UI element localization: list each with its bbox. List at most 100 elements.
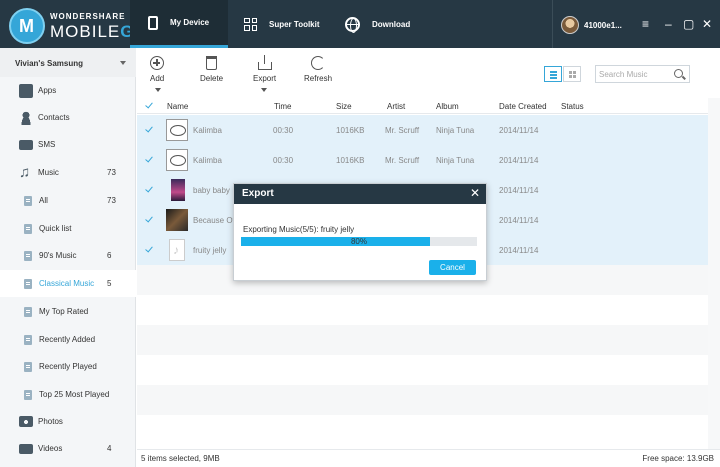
col-artist[interactable]: Artist [387, 102, 405, 111]
sidebar-item-photos[interactable]: Photos [0, 408, 136, 435]
empty-row [137, 295, 708, 325]
sidebar-item-classical-music[interactable]: Classical Music 5 [0, 270, 136, 297]
tab-my-device[interactable]: My Device [130, 0, 228, 48]
add-icon [150, 56, 165, 70]
add-dropdown-icon[interactable] [155, 88, 161, 92]
empty-row [137, 385, 708, 415]
col-album[interactable]: Album [436, 102, 459, 111]
sidebar-item-music[interactable]: ♫ Music 73 [0, 159, 136, 186]
music-note-icon [169, 239, 185, 261]
music-count: 73 [107, 168, 116, 177]
photos-icon [19, 416, 33, 427]
table-row[interactable]: Kalimba 00:30 1016KB Mr. Scruff Ninja Tu… [137, 115, 708, 145]
export-message: Exporting Music(5/5): fruity jelly [243, 225, 355, 234]
playlist-icon [24, 389, 32, 400]
delete-button[interactable]: Delete [200, 56, 223, 83]
sidebar-item-top-25[interactable]: Top 25 Most Played [0, 381, 136, 408]
row-checkbox[interactable] [145, 215, 154, 224]
trash-icon [206, 56, 218, 70]
sidebar-item-apps[interactable]: Apps [0, 77, 136, 104]
menu-icon[interactable]: ≡ [642, 18, 649, 30]
avatar[interactable] [561, 16, 579, 34]
device-selector[interactable]: Vivian's Samsung [0, 48, 136, 77]
playlist-icon [24, 306, 32, 317]
export-icon [257, 55, 272, 70]
album-art-kalimba [166, 149, 188, 171]
row-checkbox[interactable] [145, 155, 154, 164]
toolkit-grid-icon [244, 17, 257, 31]
col-size[interactable]: Size [336, 102, 352, 111]
titlebar-divider [552, 0, 553, 48]
table-header: Name Time Size Artist Album Date Created… [137, 98, 708, 114]
search-icon[interactable] [674, 69, 683, 78]
mobilego-logo-icon: M [9, 8, 45, 44]
album-art-because-of-you [166, 209, 188, 231]
playlist-icon [24, 334, 32, 345]
sidebar-item-sms[interactable]: SMS [0, 131, 136, 158]
table-row[interactable]: Kalimba 00:30 1016KB Mr. Scruff Ninja Tu… [137, 145, 708, 175]
classical-music-count: 5 [107, 279, 112, 288]
account-name[interactable]: 41000e1... [584, 21, 622, 30]
col-status[interactable]: Status [561, 102, 584, 111]
empty-row [137, 325, 708, 355]
col-time[interactable]: Time [274, 102, 291, 111]
sidebar-item-my-top-rated[interactable]: My Top Rated [0, 298, 136, 325]
progress-label: 80% [350, 237, 367, 246]
refresh-icon [311, 56, 325, 70]
title-bar: M WONDERSHARE MOBILEGO My Device Super T… [0, 0, 720, 48]
sidebar: Vivian's Samsung Apps Contacts SMS ♫ Mus… [0, 48, 136, 467]
tab-download[interactable]: Download [345, 0, 425, 48]
all-count: 73 [107, 196, 116, 205]
phone-icon [148, 15, 158, 30]
album-art-baby-baby [171, 179, 185, 201]
export-button[interactable]: Export [253, 55, 276, 83]
playlist-icon [24, 250, 32, 261]
select-all-checkbox[interactable] [145, 101, 154, 110]
sidebar-item-recently-added[interactable]: Recently Added [0, 326, 136, 353]
sidebar-item-quick-list[interactable]: Quick list [0, 215, 136, 242]
progress-bar: 80% [241, 237, 477, 246]
close-icon[interactable]: ✕ [702, 18, 712, 30]
tab-super-toolkit[interactable]: Super Toolkit [244, 0, 330, 48]
scrollbar[interactable] [708, 98, 720, 449]
playlist-icon [24, 278, 32, 289]
brand-top: WONDERSHARE [50, 12, 126, 21]
music-icon: ♫ [19, 163, 31, 181]
restore-icon[interactable]: ▢ [683, 18, 694, 30]
sidebar-item-90s-music[interactable]: 90's Music 6 [0, 242, 136, 269]
videos-count: 4 [107, 444, 112, 453]
col-date-created[interactable]: Date Created [499, 102, 547, 111]
sidebar-item-recently-played[interactable]: Recently Played [0, 353, 136, 380]
sidebar-item-all[interactable]: All 73 [0, 187, 136, 214]
contacts-icon [19, 110, 33, 125]
videos-icon [19, 443, 33, 454]
chevron-down-icon [120, 61, 126, 65]
album-art-kalimba [166, 119, 188, 141]
close-icon[interactable]: ✕ [470, 186, 480, 200]
export-dialog: Export ✕ Exporting Music(5/5): fruity je… [233, 183, 487, 281]
sidebar-item-videos[interactable]: Videos 4 [0, 435, 136, 462]
sidebar-item-contacts[interactable]: Contacts [0, 104, 136, 131]
list-view-icon[interactable] [544, 66, 562, 82]
col-name[interactable]: Name [167, 102, 188, 111]
grid-view-icon[interactable] [563, 66, 581, 82]
dialog-title: Export [242, 188, 274, 199]
globe-icon [345, 16, 360, 33]
playlist-icon [24, 195, 32, 206]
add-button[interactable]: Add [150, 56, 164, 83]
search-input[interactable] [599, 68, 669, 80]
refresh-button[interactable]: Refresh [304, 56, 332, 83]
cancel-button[interactable]: Cancel [429, 260, 476, 275]
empty-row [137, 415, 708, 445]
row-checkbox[interactable] [145, 125, 154, 134]
row-checkbox[interactable] [145, 185, 154, 194]
90s-music-count: 6 [107, 251, 112, 260]
dialog-header: Export ✕ [234, 184, 486, 204]
minimize-icon[interactable]: – [665, 18, 672, 30]
row-checkbox[interactable] [145, 245, 154, 254]
free-space: Free space: 13.9GB [642, 454, 714, 463]
playlist-icon [24, 361, 32, 372]
apps-icon [19, 83, 33, 98]
device-name: Vivian's Samsung [15, 59, 84, 68]
export-dropdown-icon[interactable] [261, 88, 267, 92]
